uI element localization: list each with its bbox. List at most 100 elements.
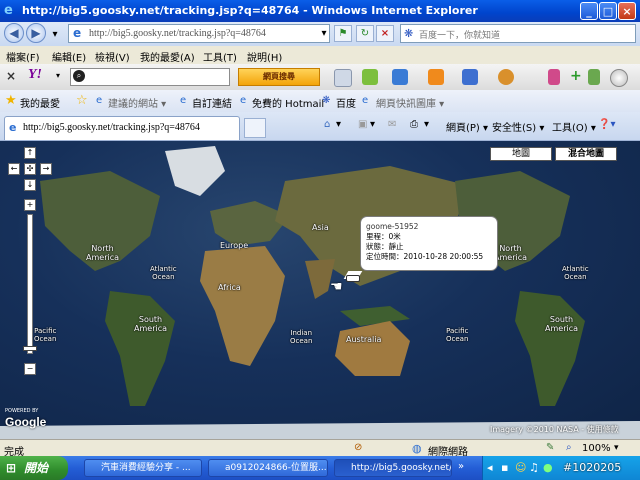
menu-safety[interactable]: 安全性(S) ▾ xyxy=(492,119,544,134)
toolbar-close-icon[interactable]: × xyxy=(6,69,16,83)
privacy-icon[interactable]: ⊘ xyxy=(354,442,362,453)
search-box[interactable]: ❋ 百度一下，你就知道 xyxy=(400,24,636,43)
menu-file[interactable]: 檔案(F) xyxy=(6,49,40,64)
yahoo-search-button[interactable]: 網頁搜尋 xyxy=(238,68,320,86)
fav-baidu[interactable]: 百度 xyxy=(336,95,356,110)
add-icon[interactable]: + xyxy=(570,69,582,85)
menu-edit[interactable]: 編輯(E) xyxy=(52,49,86,64)
map-copyright[interactable]: Imagery ©2010 NASA - 使用條款 xyxy=(490,424,619,435)
address-dropdown-icon[interactable]: ▾ xyxy=(318,26,330,41)
yahoo-search-input[interactable]: ⌕ xyxy=(70,68,230,86)
messenger-icon[interactable] xyxy=(498,69,514,85)
history-dropdown-icon[interactable]: ▾ xyxy=(48,27,62,41)
baidu-icon: ❋ xyxy=(404,27,414,40)
new-tab-button[interactable] xyxy=(244,118,266,138)
start-button[interactable]: ⊞ 開始 xyxy=(0,456,68,480)
map-label-north-america-west: North America xyxy=(86,244,119,262)
menu-view[interactable]: 檢視(V) xyxy=(95,49,130,64)
fav-web-slice-gallery[interactable]: 網頁快訊圖庫 ▾ xyxy=(376,95,444,110)
taskbar-button-3[interactable]: http://big5.goosky.net/... xyxy=(334,459,452,477)
fav-suggested-sites[interactable]: 建議的網站 ▾ xyxy=(108,95,166,110)
taskbar-overflow-icon[interactable]: » xyxy=(458,461,464,472)
menu-tools-tab[interactable]: 工具(O) ▾ xyxy=(552,119,596,134)
map-type-map-button[interactable]: 地圖 xyxy=(490,147,552,161)
home-dropdown-icon[interactable]: ▾ xyxy=(336,119,341,130)
zoom-slider[interactable] xyxy=(27,214,33,354)
help-icon[interactable]: ❓▾ xyxy=(598,119,615,130)
minimize-button[interactable]: _ xyxy=(580,2,598,20)
rss-icon[interactable] xyxy=(428,69,444,85)
search-icon: ⌕ xyxy=(73,70,85,82)
toolbar-extra-icon[interactable] xyxy=(548,69,560,85)
map-label-atlantic-west: Atlantic Ocean xyxy=(150,265,177,281)
pan-down-icon[interactable]: ↓ xyxy=(24,179,36,191)
toolbar-plugin-icon[interactable] xyxy=(588,69,600,85)
forward-button[interactable]: ▶ xyxy=(26,23,46,43)
feeds-dropdown-icon[interactable]: ▾ xyxy=(370,119,375,130)
fav-hotmail[interactable]: 免費的 Hotmail xyxy=(252,95,324,110)
stop-icon[interactable]: × xyxy=(376,25,394,42)
zoom-out-icon[interactable]: − xyxy=(24,363,36,375)
print-dropdown-icon[interactable]: ▾ xyxy=(424,119,429,130)
search-placeholder: 百度一下，你就知道 xyxy=(419,31,501,41)
home-icon[interactable]: ⌂ xyxy=(324,119,330,130)
add-favorite-icon[interactable]: ☆ xyxy=(76,93,88,108)
menu-tools[interactable]: 工具(T) xyxy=(203,49,237,64)
menu-favorites[interactable]: 我的最愛(A) xyxy=(140,49,195,64)
page-icon: e xyxy=(73,26,82,40)
zoom-level[interactable]: 100% xyxy=(582,443,611,454)
read-mail-icon[interactable]: ✉ xyxy=(388,119,396,130)
favorites-label[interactable]: 我的最愛 xyxy=(20,95,60,110)
menu-page[interactable]: 網頁(P) ▾ xyxy=(446,119,488,134)
page-icon: e xyxy=(240,95,247,106)
tray-icon-5[interactable]: ● xyxy=(543,461,553,474)
settings-icon[interactable] xyxy=(610,69,628,87)
page-tools-icon[interactable] xyxy=(392,69,408,85)
tray-icon-1[interactable]: ◂ xyxy=(487,461,493,474)
pan-reset-icon[interactable]: ✣ xyxy=(24,163,36,175)
taskbar-button-2[interactable]: a0912024866-位置服... xyxy=(208,459,328,477)
tab-current[interactable]: e http://big5.goosky.net/tracking.jsp?q=… xyxy=(4,116,240,140)
close-button[interactable]: × xyxy=(618,2,636,20)
zoom-icon[interactable]: ⌕ xyxy=(566,442,572,453)
pan-left-icon[interactable]: ← xyxy=(8,163,20,175)
tray-icon-2[interactable]: ▪ xyxy=(501,461,508,474)
pan-up-icon[interactable]: ↑ xyxy=(24,147,36,159)
feeds-icon[interactable]: ▣ xyxy=(358,119,367,130)
protected-mode-icon[interactable]: ✎ xyxy=(546,442,554,453)
pan-right-icon[interactable]: → xyxy=(40,163,52,175)
back-button[interactable]: ◀ xyxy=(4,23,24,43)
tray-icon-4[interactable]: ♫ xyxy=(529,461,539,474)
hand-cursor-icon: ☚ xyxy=(330,279,343,295)
address-bar[interactable]: e http://big5.goosky.net/tracking.jsp?q=… xyxy=(68,24,330,43)
zoom-dropdown-icon[interactable]: ▾ xyxy=(614,443,619,453)
yahoo-dropdown-icon[interactable]: ▾ xyxy=(56,71,60,80)
internet-zone-icon: ◍ xyxy=(412,442,422,455)
mail-pencil-icon[interactable] xyxy=(334,69,352,87)
system-tray: ◂ ▪ ☺ ♫ ● #1020205 xyxy=(482,456,640,480)
compatibility-icon[interactable]: ⚑ xyxy=(334,25,352,42)
map-type-hybrid-button[interactable]: 混合地圖 xyxy=(555,147,617,161)
mail-icon[interactable] xyxy=(462,69,478,85)
vehicle-marker-icon[interactable] xyxy=(346,275,360,282)
map-label-atlantic-east: Atlantic Ocean xyxy=(562,265,589,281)
map-view[interactable]: North America North America Atlantic Ocean … xyxy=(0,141,640,439)
tray-icon-3[interactable]: ☺ xyxy=(515,461,526,474)
fav-custom-links[interactable]: 自訂連結 xyxy=(192,95,232,110)
taskbar-button-1[interactable]: 汽車消費經驗分享 - ... xyxy=(84,459,202,477)
page-icon: e xyxy=(9,121,17,134)
favorites-star-icon: ★ xyxy=(5,93,17,108)
google-logo[interactable]: Google xyxy=(5,415,46,429)
yahoo-logo[interactable]: Y! xyxy=(28,67,42,83)
zoom-in-icon[interactable]: + xyxy=(24,199,36,211)
maximize-button[interactable]: □ xyxy=(599,2,617,20)
baidu-icon: ❋ xyxy=(322,95,331,106)
map-label-pacific-east: Pacific Ocean xyxy=(446,327,469,343)
bookmark-icon[interactable] xyxy=(362,69,378,85)
map-label-europe: Europe xyxy=(220,241,249,250)
menu-help[interactable]: 說明(H) xyxy=(247,49,282,64)
print-icon[interactable]: ⎙ xyxy=(410,119,418,130)
page-icon: e xyxy=(96,95,103,106)
refresh-icon[interactable]: ↻ xyxy=(356,25,374,42)
zoom-slider-thumb[interactable] xyxy=(23,346,37,351)
